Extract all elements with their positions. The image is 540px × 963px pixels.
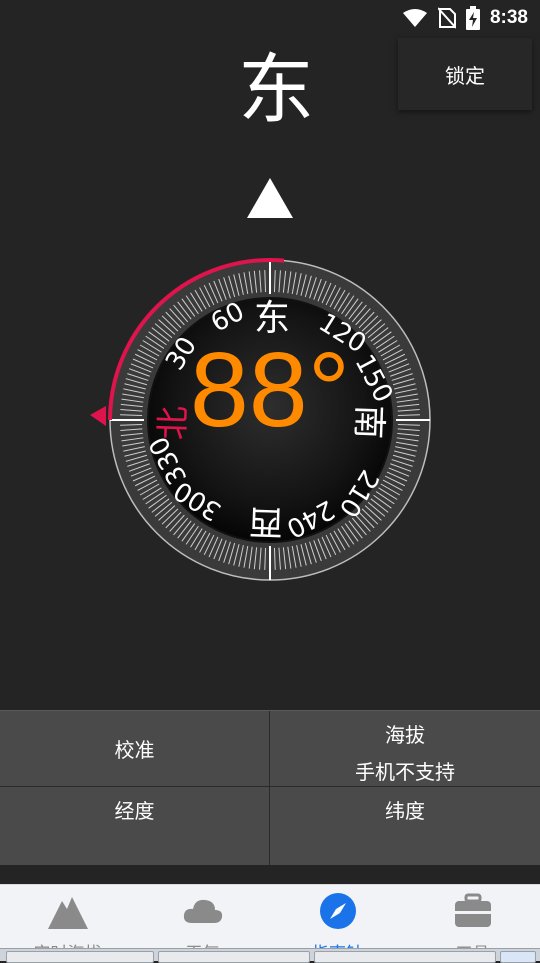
- calibrate-label: 校准: [114, 738, 155, 762]
- taskbar-app-1: [6, 951, 154, 963]
- latitude-label: 纬度: [385, 799, 425, 823]
- wifi-icon: [402, 9, 427, 27]
- altitude-value: 手机不支持: [355, 760, 455, 784]
- taskbar-strip: [0, 948, 540, 963]
- battery-charging-icon: [465, 6, 480, 30]
- info-grid: 校准 海拔 手机不支持 经度 纬度: [0, 710, 540, 865]
- dial-label-north: 北: [153, 405, 194, 440]
- status-bar: 8:38: [0, 0, 540, 36]
- altitude-cell: 海拔 手机不支持: [270, 711, 540, 787]
- latitude-cell: 纬度: [270, 787, 540, 865]
- compass-icon: [320, 893, 356, 929]
- north-marker-icon: [90, 406, 106, 426]
- heading-degree: 88°: [190, 331, 350, 449]
- taskbar-app-4: [500, 951, 536, 963]
- mountain-icon: [48, 897, 88, 929]
- taskbar-app-3: [314, 951, 496, 963]
- longitude-cell: 经度: [0, 787, 270, 865]
- toolbox-icon: [455, 893, 491, 927]
- longitude-label: 经度: [114, 799, 155, 823]
- altitude-label: 海拔: [385, 723, 425, 747]
- heading-direction: 东: [238, 45, 314, 134]
- dial-label-south: 南: [348, 404, 389, 439]
- status-time: 8:38: [489, 7, 528, 28]
- status-icons: 8:38: [402, 4, 528, 32]
- cloud-icon: [183, 899, 223, 923]
- no-sim-icon: [437, 7, 456, 29]
- calibrate-button[interactable]: 校准: [0, 711, 270, 787]
- dial-label-west: 西: [248, 501, 283, 542]
- heading-pointer-icon: [247, 178, 293, 218]
- compass-dial: 北 东 南 西 30 60 120 150 210 240 300 330 88…: [90, 258, 431, 581]
- taskbar-app-2: [158, 951, 310, 963]
